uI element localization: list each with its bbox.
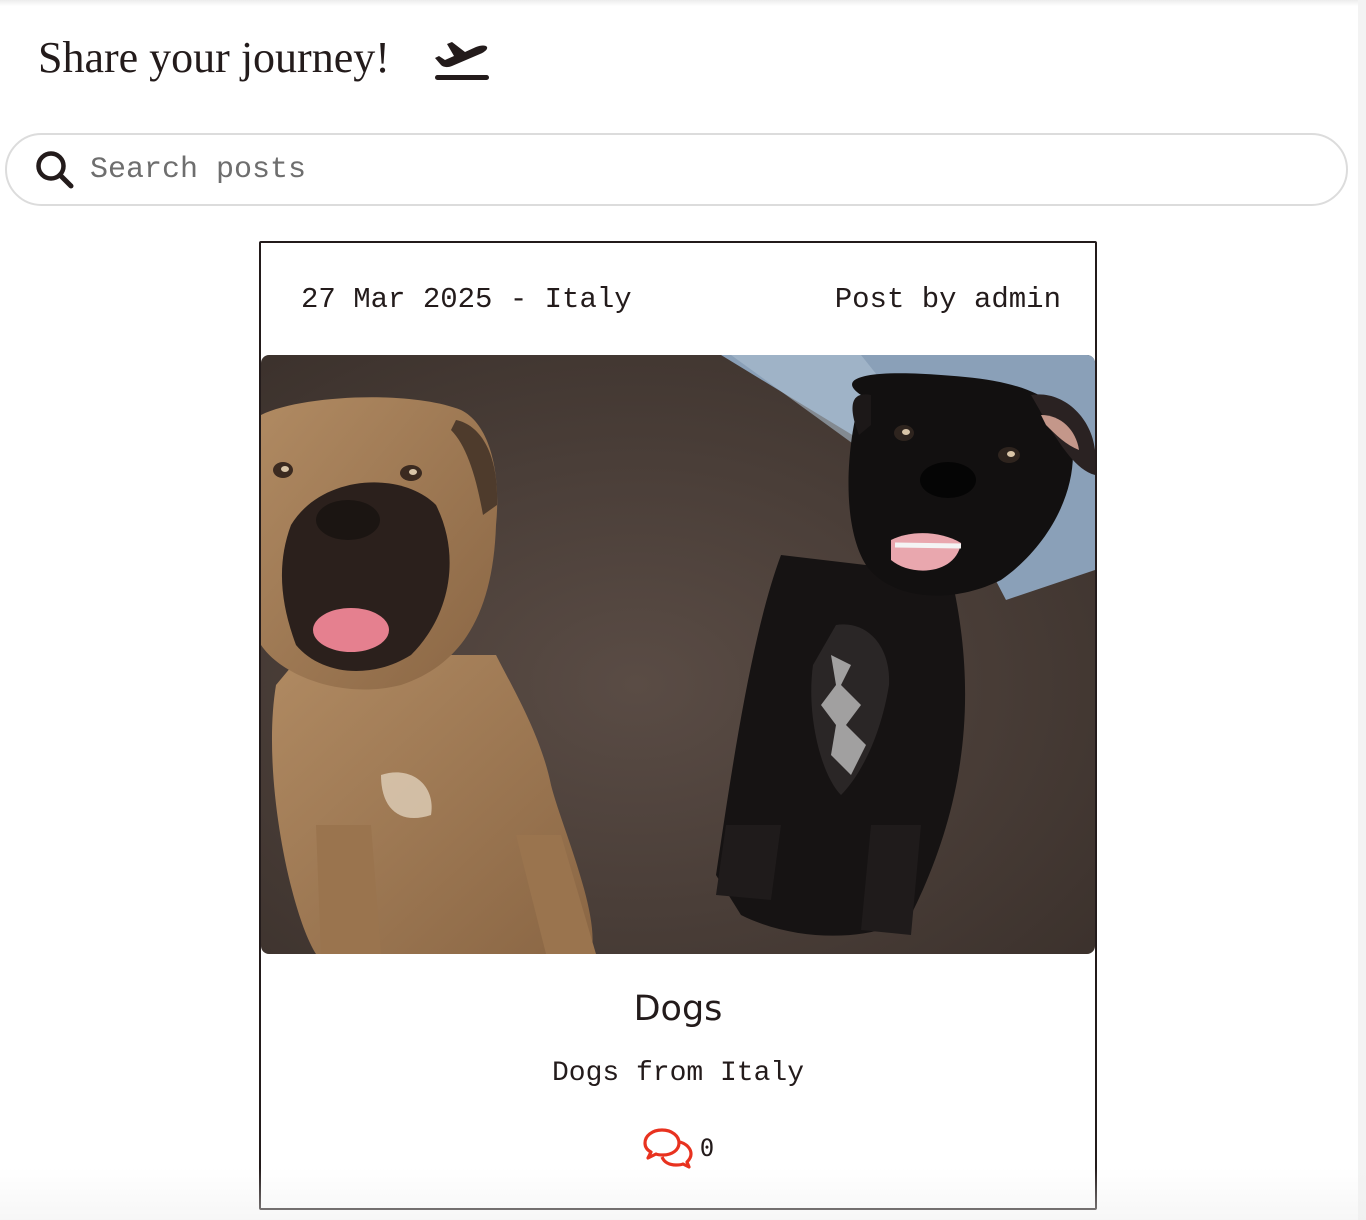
site-header: Share your journey! bbox=[38, 34, 490, 82]
airplane-departure-icon[interactable] bbox=[432, 34, 490, 82]
post-title[interactable]: Dogs bbox=[261, 989, 1095, 1029]
post-author: Post by admin bbox=[834, 283, 1061, 316]
site-title: Share your journey! bbox=[38, 33, 390, 82]
search-bar bbox=[5, 133, 1348, 206]
post-meta: 27 Mar 2025 - Italy Post by admin bbox=[301, 283, 1061, 316]
comments-icon[interactable] bbox=[642, 1127, 694, 1169]
top-shadow bbox=[0, 0, 1366, 6]
scrollbar-track[interactable] bbox=[1358, 0, 1366, 1220]
post-card[interactable]: 27 Mar 2025 - Italy Post by admin Dogs D… bbox=[259, 241, 1097, 1210]
comments-count: 0 bbox=[699, 1134, 715, 1162]
post-subtitle: Dogs from Italy bbox=[551, 1058, 805, 1089]
post-date-location: 27 Mar 2025 - Italy bbox=[301, 283, 632, 316]
comments-link[interactable]: 0 bbox=[261, 1127, 1095, 1169]
search-input[interactable] bbox=[88, 143, 1292, 196]
search-icon[interactable] bbox=[34, 149, 76, 191]
two-dogs-photo[interactable] bbox=[261, 355, 1095, 954]
